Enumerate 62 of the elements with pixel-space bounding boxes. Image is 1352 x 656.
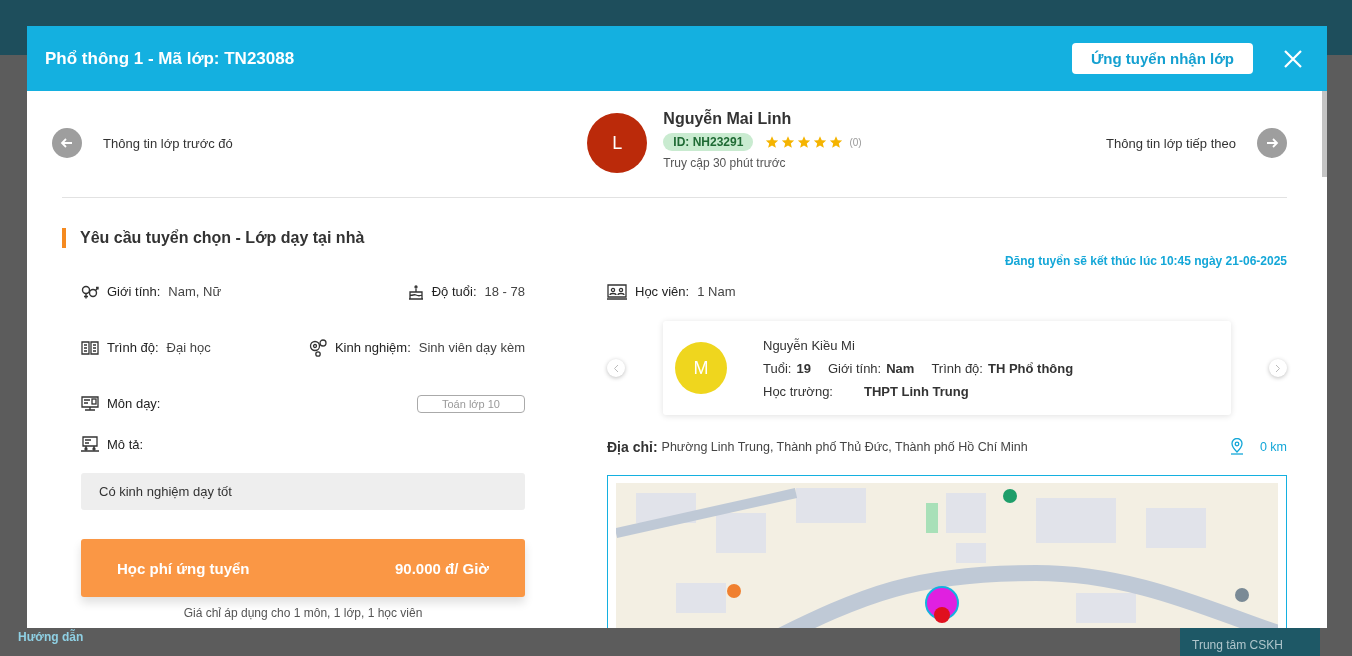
cake-icon [407, 283, 424, 300]
star-icon [781, 135, 796, 149]
field-label: Giới tính: [107, 284, 161, 299]
school-label: Học trường: [763, 383, 833, 399]
description-text: Có kinh nghiệm dạy tốt [81, 473, 525, 510]
field-label: Kinh nghiệm: [334, 340, 411, 355]
field-value: Sinh viên dạy kèm [418, 340, 525, 355]
star-icon [829, 135, 844, 149]
school-value: THPT Linh Trung [864, 383, 969, 399]
next-class-link[interactable]: Thông tin lớp tiếp theo [1106, 135, 1236, 151]
deadline-text: Đăng tuyển sẽ kết thúc lúc 10:45 ngày 21-06-2025 [1003, 254, 1287, 268]
guide-link[interactable]: Hướng dẫn [18, 630, 84, 644]
fee-label: Học phí ứng tuyển [117, 559, 250, 577]
last-seen-text: Truy cập 30 phút trước [663, 156, 787, 170]
tutor-name: Nguyễn Mai Linh [663, 110, 793, 128]
apply-button[interactable]: Ứng tuyển nhận lớp [1071, 43, 1253, 74]
address-text: Phường Linh Trung, Thành phố Thủ Đức, Thành phố Hồ Chí Minh [661, 439, 1028, 454]
id-badge: ID: NH23291 [663, 133, 754, 151]
gender-value: Nam [886, 360, 915, 376]
star-icon [765, 135, 780, 149]
field-label: Mô tả: [107, 437, 144, 452]
presentation-icon [81, 436, 99, 453]
field-value: 18 - 78 [484, 284, 525, 299]
monitor-icon [81, 395, 99, 412]
student-name: Nguyễn Kiều Mi [763, 337, 856, 353]
field-label: Độ tuổi: [431, 284, 477, 299]
subject-tag: Toán lớp 10 [417, 394, 525, 413]
review-count: (0) [849, 136, 862, 148]
avatar-circle: L [587, 113, 648, 173]
gender-icon [81, 283, 99, 300]
close-icon[interactable] [1283, 48, 1303, 69]
students-icon [607, 283, 627, 300]
fee-value: 90.000 đ/ Giờ [394, 559, 489, 577]
carousel-left-button[interactable] [607, 359, 625, 377]
location-pin-icon[interactable] [1229, 438, 1244, 455]
field-value: Nam, Nữ [168, 284, 222, 299]
previous-class-link[interactable]: Thông tin lớp trước đó [103, 135, 233, 151]
map-drawing[interactable] [616, 483, 1278, 628]
field-value: 1 Nam [697, 284, 736, 299]
age-label: Tuổi: [763, 360, 792, 376]
fee-note: Giá chỉ áp dụng cho 1 môn, 1 lớp, 1 học viên [182, 606, 424, 620]
section-heading: Yêu cầu tuyển chọn - Lớp dạy tại nhà [80, 229, 365, 247]
field-label: Học viên: [635, 284, 690, 299]
book-icon [81, 339, 99, 356]
gears-icon [308, 338, 327, 357]
star-icon [797, 135, 812, 149]
dialog-title: Phổ thông 1 - Mã lớp: TN23088 [45, 48, 295, 69]
gender-label: Giới tính: [827, 360, 882, 376]
avatar-circle: M [675, 342, 727, 394]
chevron-left-icon [613, 363, 619, 373]
age-value: 19 [796, 360, 811, 376]
level-value: TH Phổ thông [987, 360, 1074, 376]
distance-text: 0 km [1259, 439, 1287, 454]
star-icon [813, 135, 828, 149]
support-panel[interactable]: Trung tâm CSKH [1180, 628, 1320, 656]
field-value: Đại học [166, 340, 211, 355]
level-label: Trình độ: [931, 360, 983, 376]
field-label: Trình độ: [107, 340, 159, 355]
carousel-right-button[interactable] [1269, 359, 1287, 377]
chevron-right-icon [1275, 363, 1281, 373]
address-label: Địa chỉ: [607, 438, 658, 455]
field-label: Môn dạy: [107, 396, 161, 411]
